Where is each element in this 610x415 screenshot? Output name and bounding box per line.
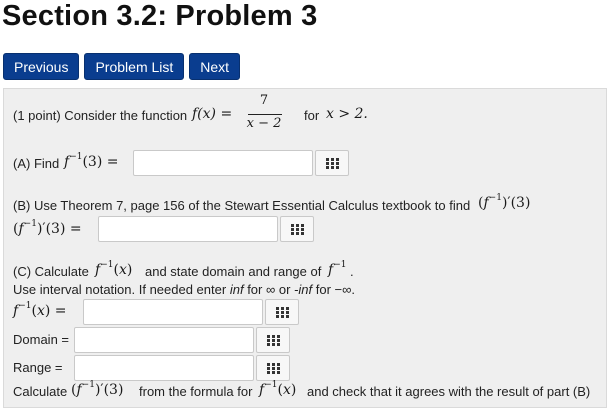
part-b-text: (B) Use Theorem 7, page 156 of the Stewa… [13, 198, 471, 213]
part-b-derivative: (f−1)′(3) [478, 193, 531, 212]
part-a-expression: f−1(3) = [64, 152, 119, 171]
problem-navigation: Previous Problem List Next [3, 53, 241, 80]
interval-text3: for −∞. [315, 282, 355, 297]
previous-button[interactable]: Previous [3, 53, 80, 80]
keypad-icon [267, 363, 280, 374]
part-b-expression: (f−1)′(3) = [13, 219, 82, 238]
part-c-formula-keypad-button[interactable] [265, 299, 299, 325]
part-b-keypad-button[interactable] [280, 216, 314, 242]
for-text: for [304, 108, 320, 123]
part-c-formula-input[interactable] [83, 299, 263, 325]
domain-label: Domain = [13, 332, 69, 347]
keypad-icon [326, 158, 339, 169]
calc-derivative: (f−1)′(3) [71, 380, 124, 399]
interval-inf: inf [229, 282, 244, 297]
interval-neginf: -inf [294, 282, 313, 297]
domain-condition: x > 2. [326, 106, 368, 122]
fraction-numerator: 7 [259, 93, 269, 108]
part-c-period: . [350, 264, 354, 279]
part-c-formula-label: f−1(x) = [13, 301, 67, 320]
next-button[interactable]: Next [189, 53, 241, 80]
part-c-inverse: f−1 [328, 260, 347, 279]
keypad-icon [276, 307, 289, 318]
part-a-input[interactable] [133, 150, 313, 176]
part-c-text1: (C) Calculate [13, 264, 89, 279]
calc-text2: from the formula for [139, 384, 253, 399]
part-b-input[interactable] [98, 216, 278, 242]
part-c-text2: and state domain and range of [145, 264, 322, 279]
domain-keypad-button[interactable] [256, 327, 290, 353]
keypad-icon [291, 224, 304, 235]
interval-instructions: Use interval notation. If needed enter i… [13, 282, 355, 297]
range-label: Range = [13, 360, 63, 375]
fraction-denominator: x − 2 [246, 116, 282, 131]
part-c-function: f−1(x) [95, 260, 133, 279]
problem-intro: (1 point) Consider the function [13, 108, 188, 123]
part-a-keypad-button[interactable] [315, 150, 349, 176]
problem-panel: (1 point) Consider the function f(x) = 7… [3, 88, 607, 408]
interval-text1: Use interval notation. If needed enter [13, 282, 227, 297]
function-name: f(x) = [192, 106, 233, 122]
part-a-label: (A) Find [13, 156, 60, 171]
calc-text1: Calculate [13, 384, 68, 399]
interval-text2: for ∞ or [247, 282, 291, 297]
page-title: Section 3.2: Problem 3 [2, 0, 318, 32]
problem-list-button[interactable]: Problem List [84, 53, 185, 80]
keypad-icon [267, 335, 280, 346]
calc-text3: and check that it agrees with the result… [307, 384, 591, 399]
fraction-bar [248, 114, 282, 115]
calc-function: f−1(x) [259, 380, 297, 399]
range-input[interactable] [74, 355, 254, 381]
domain-input[interactable] [74, 327, 254, 353]
range-keypad-button[interactable] [256, 355, 290, 381]
